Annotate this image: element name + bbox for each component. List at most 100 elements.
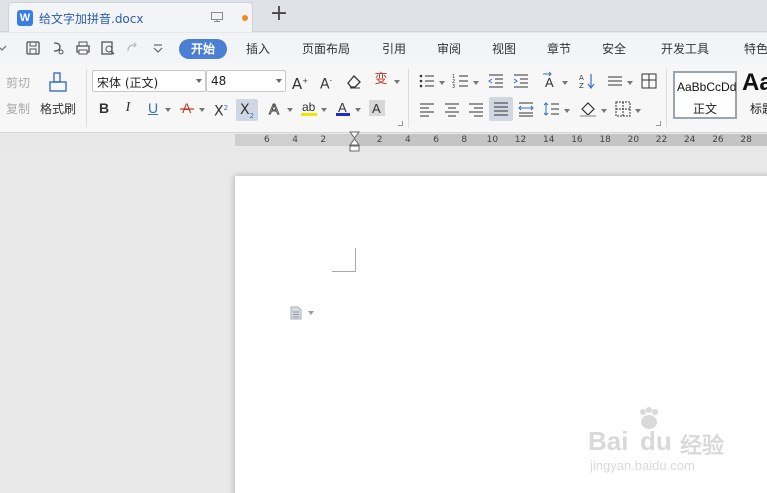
print-icon[interactable] (75, 40, 91, 56)
save-icon[interactable] (25, 40, 41, 56)
watermark-jingyan: 经验 (680, 433, 725, 458)
underline-button[interactable]: U (144, 99, 162, 117)
new-tab-button[interactable]: + (268, 3, 290, 26)
chevron-down-icon[interactable] (394, 80, 400, 84)
menu-tab-home[interactable]: 开始 (179, 39, 227, 59)
ruler-tick-label: 6 (264, 135, 270, 145)
svg-text:A: A (182, 100, 192, 116)
menu-bar: 开始 插入 页面布局 引用 审阅 视图 章节 安全 开发工具 特色 (0, 33, 767, 63)
format-painter-icon[interactable] (48, 71, 70, 95)
paragraph-dialog-launcher[interactable] (656, 121, 661, 126)
distributed-align-icon[interactable] (517, 100, 535, 118)
sort-icon[interactable]: AZ (578, 72, 596, 90)
menu-tab-references[interactable]: 引用 (382, 40, 406, 57)
ruler-tick-label: 22 (655, 135, 668, 145)
subscript-icon[interactable]: X2 (236, 99, 258, 121)
ruler-tick-label: 14 (543, 135, 555, 145)
document-title: 给文字加拼音.docx (39, 12, 144, 26)
redo-icon[interactable] (124, 40, 140, 56)
chevron-down-icon[interactable] (355, 108, 361, 112)
bullet-list-icon[interactable] (418, 72, 436, 90)
superscript-icon[interactable]: X2 (212, 99, 230, 120)
menu-tab-security[interactable]: 安全 (602, 40, 626, 57)
borders-icon[interactable] (614, 100, 632, 118)
numbered-list-icon[interactable]: 123 (452, 72, 470, 90)
tab-bar: W 给文字加拼音.docx + (0, 0, 767, 32)
paragraph-layout-icon[interactable] (290, 306, 302, 320)
ruler-tick-label: 4 (292, 135, 298, 145)
grow-font-icon[interactable]: A+ (291, 72, 309, 93)
chevron-down-icon[interactable] (287, 108, 293, 112)
chevron-down-icon[interactable] (199, 108, 205, 112)
group-separator (666, 69, 667, 127)
baidu-jingyan-watermark: Bai du 经验 jingyan.baidu.com (588, 406, 758, 476)
increase-indent-icon[interactable] (512, 72, 530, 90)
text-effect-icon[interactable]: A (266, 99, 284, 117)
menu-tab-view[interactable]: 视图 (492, 40, 516, 57)
indent-marker-icon[interactable] (349, 131, 360, 153)
chevron-down-icon (196, 79, 202, 83)
font-name-select[interactable]: 宋体 (正文) (92, 70, 206, 92)
chevron-down-icon[interactable] (439, 81, 445, 85)
decrease-indent-icon[interactable] (487, 72, 505, 90)
menu-tab-insert[interactable]: 插入 (246, 40, 270, 57)
justify-icon[interactable] (489, 97, 513, 121)
menu-tab-developer[interactable]: 开发工具 (661, 40, 709, 57)
menu-tab-special[interactable]: 特色 (744, 40, 767, 57)
clear-format-icon[interactable] (345, 72, 363, 90)
chevron-down-icon[interactable] (564, 109, 570, 113)
chevron-down-icon[interactable] (321, 108, 327, 112)
text-direction-icon[interactable]: A (541, 71, 559, 89)
svg-text:A: A (545, 75, 554, 89)
style-heading-name[interactable]: 标题 (750, 100, 767, 117)
menu-tab-chapter[interactable]: 章节 (547, 40, 571, 57)
font-dialog-launcher[interactable] (398, 121, 403, 126)
shrink-font-icon[interactable]: A- (317, 72, 335, 93)
character-shading-icon[interactable]: A (368, 99, 386, 117)
customize-toolbar-icon[interactable] (150, 40, 166, 56)
chevron-down-icon[interactable] (473, 81, 479, 85)
ruler-tick-label: 26 (712, 135, 724, 145)
chevron-down-icon[interactable] (308, 311, 314, 315)
style-normal[interactable]: AaBbCcDd 正文 (673, 71, 737, 119)
font-size-select[interactable]: 48 (206, 70, 286, 92)
italic-button[interactable]: I (119, 99, 137, 117)
chevron-down-icon[interactable] (165, 108, 171, 112)
watermark-url: jingyan.baidu.com (590, 458, 695, 473)
svg-text:A: A (338, 100, 347, 115)
chevron-down-icon[interactable] (627, 81, 633, 85)
format-painter-button[interactable]: 格式刷 (40, 100, 76, 117)
ruler-tick-label: 18 (599, 135, 611, 145)
style-normal-name: 正文 (692, 102, 717, 116)
align-center-icon[interactable] (443, 100, 461, 118)
horizontal-ruler: 6 4 2 2 4 6 8 10 12 14 16 18 20 22 24 26 28 (0, 131, 767, 153)
phonetic-guide-icon[interactable]: 变 (372, 71, 390, 89)
output-pdf-icon[interactable] (50, 40, 66, 56)
print-preview-icon[interactable] (100, 40, 116, 56)
strikethrough-icon[interactable]: A (178, 99, 196, 117)
chevron-down-icon[interactable] (601, 109, 607, 113)
cut-button[interactable]: 剪切 (6, 74, 30, 91)
menu-tab-page-layout[interactable]: 页面布局 (302, 40, 350, 57)
chevron-icon[interactable] (0, 40, 10, 56)
monitor-icon[interactable] (211, 12, 223, 22)
table-icon[interactable] (640, 72, 658, 90)
font-color-icon[interactable]: A (334, 99, 352, 117)
highlight-icon[interactable]: ab (300, 99, 318, 117)
chevron-down-icon[interactable] (635, 109, 641, 113)
menu-tab-review[interactable]: 审阅 (437, 40, 461, 57)
font-name-value: 宋体 (正文) (97, 76, 159, 90)
chevron-down-icon[interactable] (562, 81, 568, 85)
bold-button[interactable]: B (95, 99, 113, 117)
margin-corner-marker (332, 248, 356, 272)
shading-icon[interactable] (579, 100, 597, 118)
style-heading-sample[interactable]: Aa (742, 69, 767, 97)
copy-button[interactable]: 复制 (6, 100, 30, 117)
document-tab[interactable]: W 给文字加拼音.docx (8, 2, 253, 32)
svg-text:A: A (372, 101, 381, 116)
line-spacing-options-icon[interactable] (606, 72, 624, 90)
align-right-icon[interactable] (467, 100, 485, 118)
align-left-icon[interactable] (418, 100, 436, 118)
ruler-tick-label: 24 (684, 135, 696, 145)
line-spacing-icon[interactable] (543, 100, 561, 118)
